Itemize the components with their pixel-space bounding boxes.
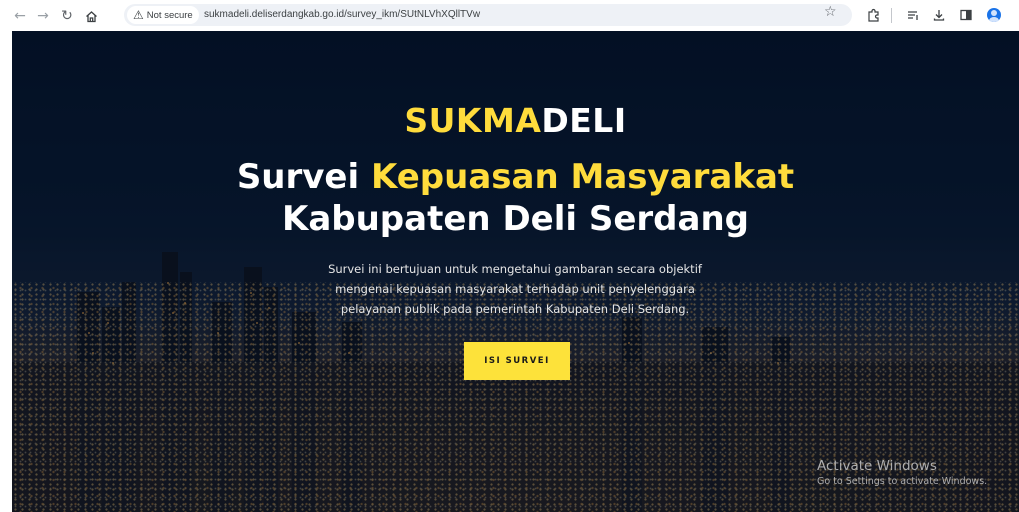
windows-activation-watermark: Activate Windows Go to Settings to activ… — [817, 458, 987, 489]
description-line: Survei ini bertujuan untuk mengetahui ga… — [328, 262, 702, 276]
security-chip[interactable]: ⚠ Not secure — [127, 6, 199, 24]
brand-rest: DELI — [541, 101, 627, 140]
reload-icon[interactable]: ↻ — [56, 5, 78, 27]
toolbar-divider — [891, 8, 892, 23]
forward-arrow-icon[interactable]: → — [32, 5, 54, 27]
page-viewport: SUKMADELI Survei Kepuasan Masyarakat Kab… — [12, 31, 1019, 512]
watermark-line1: Activate Windows — [817, 458, 937, 474]
download-icon[interactable] — [930, 6, 948, 24]
browser-toolbar: ← → ↻ ⚠ Not secure sukmadeli.deliserdang… — [0, 0, 1019, 31]
hero-headline: Survei Kepuasan Masyarakat Kabupaten Del… — [12, 156, 1019, 240]
brand-title: SUKMADELI — [12, 101, 1019, 140]
address-bar[interactable]: ⚠ Not secure sukmadeli.deliserdangkab.go… — [124, 4, 852, 26]
puzzle-icon[interactable] — [865, 6, 883, 24]
side-panel-icon[interactable] — [957, 6, 975, 24]
headline-line2: Kabupaten Deli Serdang — [281, 199, 750, 239]
warning-triangle-icon: ⚠ — [133, 8, 144, 22]
back-arrow-icon[interactable]: ← — [9, 5, 31, 27]
reading-list-icon[interactable] — [904, 6, 922, 24]
star-icon[interactable]: ☆ — [824, 4, 837, 20]
url-text[interactable]: sukmadeli.deliserdangkab.go.id/survey_ik… — [204, 9, 480, 20]
profile-avatar-icon[interactable] — [987, 8, 1001, 22]
headline-line1-yellow: Kepuasan Masyarakat — [371, 157, 795, 197]
security-label: Not secure — [146, 9, 193, 21]
watermark-line2: Go to Settings to activate Windows. — [817, 476, 988, 487]
isi-survei-button[interactable]: ISI SURVEI — [464, 342, 570, 380]
description-line: mengenai kepuasan masyarakat terhadap un… — [335, 282, 695, 296]
hero-description: Survei ini bertujuan untuk mengetahui ga… — [265, 259, 765, 319]
brand-highlight: SUKMA — [404, 101, 542, 140]
home-icon[interactable] — [80, 5, 102, 27]
headline-line1-white: Survei — [236, 157, 371, 197]
description-line: pelayanan publik pada pemerintah Kabupat… — [340, 302, 690, 316]
